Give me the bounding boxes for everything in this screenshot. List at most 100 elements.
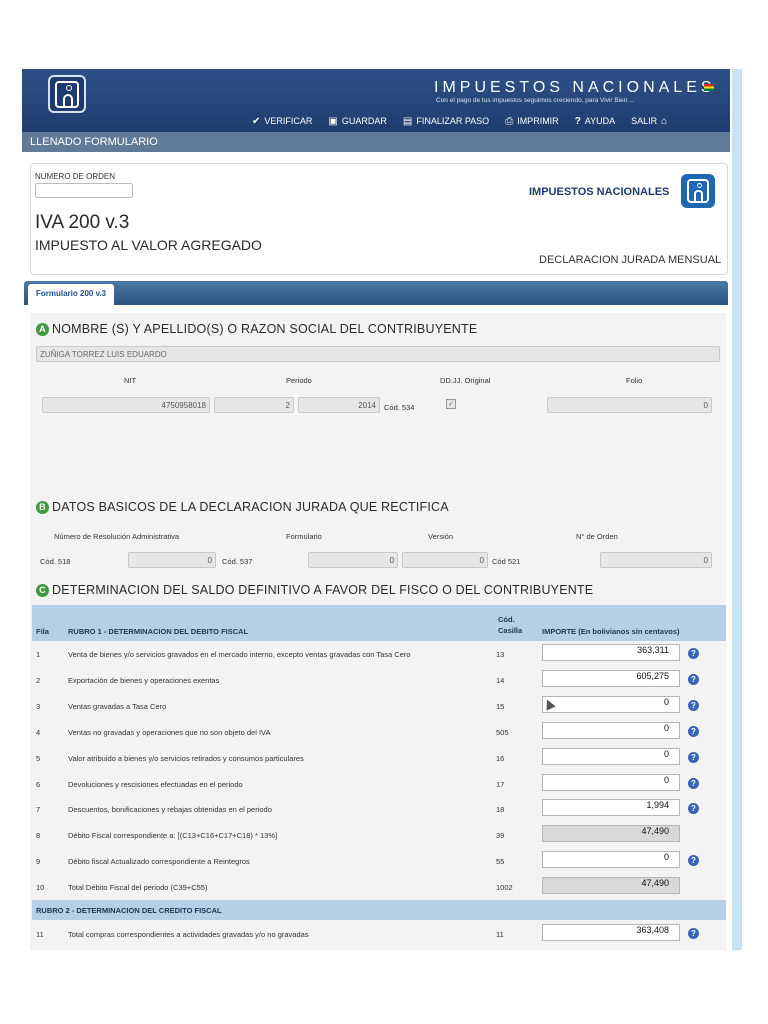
cod-header-line2: Casilla — [498, 626, 523, 635]
formulario-label: Formulario — [286, 532, 322, 541]
row-fila: 4 — [36, 727, 41, 737]
table-row: 11 Total compras correspondientes a activ… — [32, 922, 718, 948]
verificar-label: VERIFICAR — [264, 116, 313, 126]
help-icon[interactable]: ? — [688, 855, 699, 867]
app-header: IMPUESTOS NACIONALES Con el pago de tus … — [22, 69, 730, 135]
finalizar-paso-label: FINALIZAR PASO — [416, 116, 490, 126]
finalizar-paso-button[interactable]: ▤ FINALIZAR PASO — [403, 114, 489, 128]
table-row: 5 Valor atribuido a bienes y/o servicios … — [32, 746, 718, 772]
check-icon: ✔ — [252, 115, 261, 127]
ddjj-original-checkbox[interactable]: ✓ — [446, 399, 456, 409]
row-fila: 3 — [36, 701, 41, 711]
row-description: Total Débito Fiscal del periodo (C39+C55… — [68, 883, 208, 893]
row-amount-input[interactable]: 0 — [542, 721, 680, 739]
tab-formulario-200[interactable]: Formulario 200 v.3 — [28, 284, 115, 305]
rubro-2-header: RUBRO 2 - DETERMINACION DEL CREDITO FISC… — [32, 900, 726, 920]
salir-button[interactable]: SALIR ⌂ — [631, 114, 667, 128]
row-amount-input[interactable]: 0 — [542, 851, 680, 869]
form-header-card: NUMERO DE ORDEN IVA 200 v.3 IMPUESTO AL … — [30, 163, 728, 275]
order-number-input[interactable] — [35, 183, 133, 198]
section-header: LLENADO FORMULARIO — [22, 132, 730, 152]
resolucion-label: Número de Resolución Administrativa — [54, 532, 180, 541]
help-icon[interactable]: ? — [688, 777, 699, 789]
nit-field[interactable]: 4750958018 — [42, 397, 210, 413]
row-code: 15 — [496, 701, 505, 711]
help-icon[interactable]: ? — [688, 803, 699, 815]
brand-title: IMPUESTOS NACIONALES — [434, 79, 716, 96]
row-description: Débito Fiscal correspondiente a: [(C13+C… — [68, 831, 278, 841]
row-amount-input[interactable]: 47,490 — [542, 825, 680, 843]
row-amount-input[interactable]: 47,490 — [542, 877, 680, 895]
help-icon[interactable]: ? — [688, 648, 699, 659]
home-icon: ⌂ — [661, 115, 668, 127]
row-description: Venta de bienes y/o servicios gravados e… — [68, 650, 411, 659]
folio-field[interactable]: 0 — [547, 397, 712, 413]
periodo-mes-field[interactable]: 2 — [214, 397, 294, 413]
table-row: 2 Exportación de bienes y operaciones exe… — [32, 668, 718, 694]
cod-518-label: Cód. 518 — [40, 557, 71, 566]
row-amount-input[interactable]: 1,994 — [542, 799, 680, 817]
order-number-label: NUMERO DE ORDEN — [35, 172, 116, 181]
row-code: 11 — [496, 930, 504, 939]
row-amount-input[interactable]: 363,311 — [542, 644, 680, 661]
tab-bar: Formulario 200 v.3 — [24, 281, 728, 305]
row-amount-input[interactable]: 605,275 — [542, 669, 680, 687]
section-a-badge: A — [36, 323, 49, 336]
table-row: 8 Débito Fiscal correspondiente a: [(C13+… — [32, 823, 718, 849]
row-code: 18 — [496, 805, 505, 815]
version-label: Versión — [428, 532, 454, 541]
row-amount-input[interactable]: 0 — [542, 773, 680, 791]
table-row: 4 Ventas no gravadas y operaciones que no… — [32, 720, 718, 746]
cod-534-label: Cód. 534 — [384, 403, 415, 412]
periodo-anio-field[interactable]: 2014 — [298, 397, 380, 413]
impuestos-card-logo-icon — [681, 174, 715, 208]
salir-label: SALIR — [631, 116, 658, 126]
row-amount-input[interactable]: 0 — [542, 747, 680, 765]
resolucion-field[interactable]: 0 — [128, 552, 216, 568]
ayuda-label: AYUDA — [584, 116, 616, 126]
ayuda-button[interactable]: ? AYUDA — [575, 114, 615, 128]
help-icon[interactable]: ? — [688, 699, 699, 711]
rubro-1-title: RUBRO 1 - DETERMINACION DEL DEBITO FISCA… — [68, 627, 249, 636]
row-code: 13 — [496, 650, 505, 659]
impuestos-logo-icon — [48, 75, 86, 113]
help-icon[interactable]: ? — [688, 751, 699, 763]
print-icon: ⎙ — [505, 115, 514, 127]
version-field[interactable]: 0 — [402, 552, 488, 568]
section-c-title-text: DETERMINACION DEL SALDO DEFINITIVO A FAV… — [52, 583, 594, 597]
row-fila: 2 — [36, 675, 41, 685]
row-code: 14 — [496, 675, 505, 685]
verificar-button[interactable]: ✔ VERIFICAR — [252, 114, 312, 128]
taxpayer-name-field[interactable]: ZUÑIGA TORREZ LUIS EDUARDO — [36, 346, 720, 362]
page-scrollbar[interactable] — [732, 69, 742, 950]
help-icon[interactable]: ? — [688, 928, 699, 939]
row-fila: 11 — [36, 930, 44, 939]
form-subtitle: IMPUESTO AL VALOR AGREGADO — [35, 237, 262, 253]
formulario-field[interactable]: 0 — [308, 552, 398, 568]
guardar-label: GUARDAR — [341, 116, 387, 126]
periodo-label: Periodo — [286, 376, 312, 385]
row-amount-input[interactable]: 0 — [542, 695, 680, 713]
row-amount-input[interactable]: 363,408 — [542, 924, 680, 941]
folio-label: Folio — [626, 376, 643, 385]
form-body: A NOMBRE (S) Y APELLIDO(S) O RAZON SOCIAL… — [30, 313, 726, 950]
flag-icon — [704, 84, 714, 91]
declaration-type-label: DECLARACION JURADA MENSUAL — [539, 254, 722, 266]
row-fila: 1 — [36, 650, 41, 659]
row-fila: 6 — [36, 779, 41, 789]
help-icon[interactable]: ? — [688, 725, 699, 737]
help-icon[interactable]: ? — [688, 673, 699, 685]
guardar-button[interactable]: ▣ GUARDAR — [328, 114, 386, 128]
rubro-2-title: RUBRO 2 - DETERMINACION DEL CREDITO FISC… — [36, 906, 222, 915]
table-row: 3 Ventas gravadas a Tasa Cero 15 0? — [32, 694, 718, 720]
row-description: Ventas gravadas a Tasa Cero — [68, 701, 167, 711]
fila-header: Fila — [36, 627, 49, 636]
toolbar: ✔ VERIFICAR ▣ GUARDAR ▤ FINALIZAR PASO ⎙… — [252, 114, 667, 128]
numero-orden-field[interactable]: 0 — [600, 552, 712, 568]
nit-label: NIT — [124, 376, 137, 385]
row-description: Exportación de bienes y operaciones exen… — [68, 675, 220, 685]
row-fila: 7 — [36, 805, 41, 815]
section-b-badge: B — [36, 501, 49, 514]
imprimir-button[interactable]: ⎙ IMPRIMIR — [505, 114, 559, 128]
ddjj-original-label: DD.JJ. Original — [440, 376, 491, 385]
